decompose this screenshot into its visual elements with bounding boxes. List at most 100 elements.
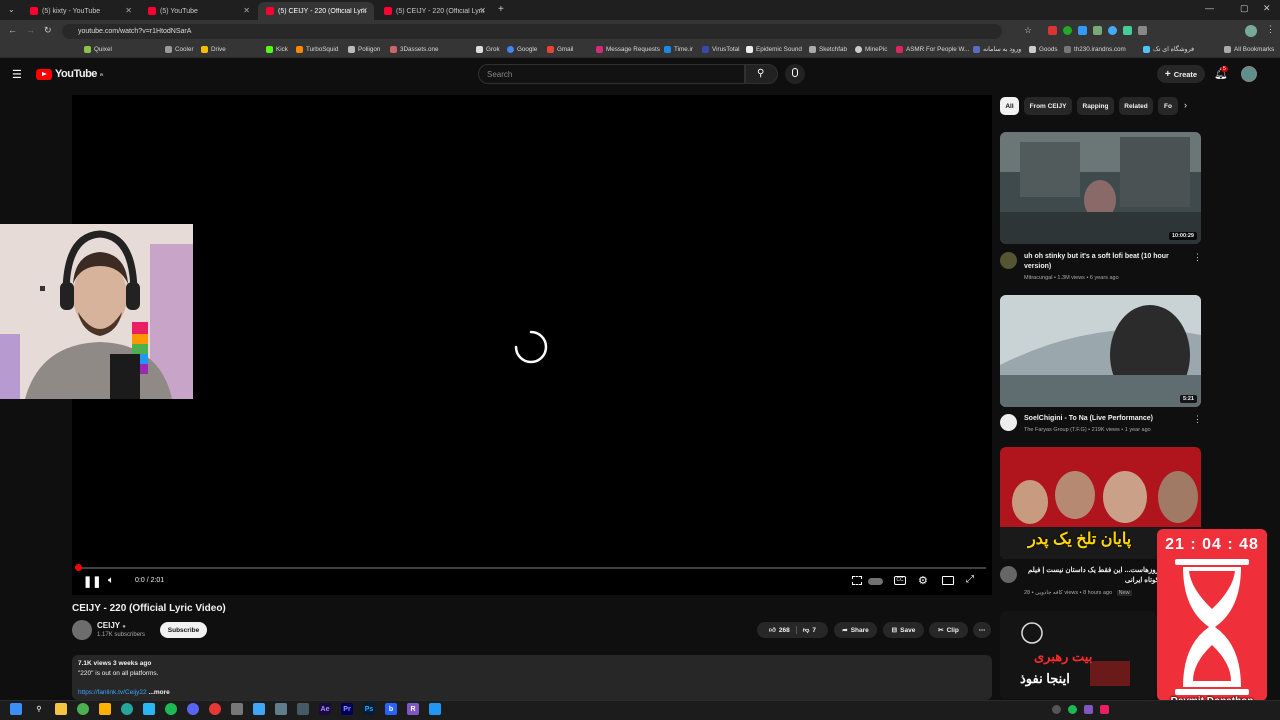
subscribe-button[interactable]: Subscribe [160, 622, 207, 638]
bookmark-item[interactable]: th230.irandns.com [1064, 46, 1126, 53]
reload-icon[interactable]: ↻ [44, 25, 52, 36]
bookmark-item[interactable]: MinePic [855, 46, 887, 53]
recommendation-thumbnail[interactable]: 10:00:29 [1000, 132, 1201, 244]
back-icon[interactable]: ← [8, 25, 17, 35]
browser-tab-2[interactable]: (5) YouTube ✕ [140, 2, 256, 20]
chevron-right-icon[interactable]: › [1184, 100, 1187, 110]
blender-icon[interactable]: b [385, 703, 397, 715]
bookmark-item[interactable]: Poliigon [348, 46, 380, 53]
subtitles-icon[interactable]: CC [894, 576, 906, 585]
taskbar-app-icon[interactable] [253, 703, 265, 715]
taskbar-app-icon[interactable]: R [407, 703, 419, 715]
bookmark-star-icon[interactable]: ☆ [1024, 25, 1032, 36]
address-bar[interactable]: youtube.com/watch?v=r1HtodNSarA [62, 24, 1002, 39]
video-player[interactable] [72, 95, 992, 595]
recommendation-title[interactable]: روزهاست... این فقط یک داستان نیست | فیلم… [1024, 566, 1159, 586]
taskbar-app-icon[interactable] [99, 703, 111, 715]
description-box[interactable]: 7.1K views 3 weeks ago "220" is out on a… [72, 655, 992, 700]
clip-button[interactable]: ✂ Clip [929, 622, 968, 638]
tray-icon[interactable] [1052, 705, 1061, 714]
taskbar-app-icon[interactable] [143, 703, 155, 715]
more-options-icon[interactable]: ⋮ [1193, 252, 1202, 263]
maximize-window-icon[interactable]: ▢ [1240, 3, 1249, 14]
save-button[interactable]: ⊟ Save [883, 622, 924, 638]
dislike-button[interactable]: 👎︎ 7 [800, 626, 816, 635]
after-effects-icon[interactable]: Ae [319, 703, 331, 715]
taskbar-app-icon[interactable] [209, 703, 221, 715]
all-bookmarks[interactable]: All Bookmarks [1224, 46, 1274, 53]
share-button[interactable]: ➦ Share [834, 622, 877, 638]
chip-related[interactable]: Related [1119, 97, 1153, 115]
recommendation-thumbnail[interactable]: 5:21 [1000, 295, 1201, 407]
recommendation-title[interactable]: SoelChigini - To Na (Live Performance) [1024, 414, 1184, 424]
more-actions-button[interactable]: ⋯ [973, 622, 991, 638]
taskbar-app-icon[interactable] [429, 703, 441, 715]
volume-icon[interactable]: 🔈︎ [108, 575, 114, 586]
bookmark-item[interactable]: Grok [476, 46, 500, 53]
channel-avatar[interactable] [1000, 252, 1017, 269]
bookmark-item[interactable]: Google [507, 46, 537, 53]
bookmark-item[interactable]: Message Requests [596, 46, 660, 53]
extension-icon[interactable] [1108, 26, 1117, 35]
taskbar-app-icon[interactable] [275, 703, 287, 715]
minimize-window-icon[interactable]: — [1205, 3, 1214, 13]
extension-icon[interactable] [1048, 26, 1057, 35]
file-explorer-icon[interactable] [55, 703, 67, 715]
bookmark-item[interactable]: ورود به سامانه [973, 46, 1021, 53]
bookmark-item[interactable]: VirusTotal [702, 46, 740, 53]
like-button[interactable]: 👍︎ 268 [769, 626, 797, 634]
close-tab-icon[interactable]: ✕ [125, 6, 132, 15]
channel-avatar[interactable] [72, 620, 92, 640]
windows-start-icon[interactable] [10, 703, 22, 715]
voice-search-button[interactable] [785, 64, 805, 84]
account-avatar[interactable] [1241, 66, 1257, 82]
search-input[interactable]: Search [478, 64, 745, 84]
bookmark-item[interactable]: Sketchfab [809, 46, 847, 53]
browser-tab-4[interactable]: (5) CEIJY - 220 (Official Lyric Vi ✕ [376, 2, 492, 20]
fanlink-link[interactable]: https://fanlink.tv/Ceijy22 [78, 689, 147, 696]
spotify-icon[interactable] [165, 703, 177, 715]
tray-icon[interactable] [1084, 705, 1093, 714]
close-window-icon[interactable]: ✕ [1263, 3, 1271, 14]
close-tab-icon[interactable]: ✕ [479, 6, 486, 15]
premiere-icon[interactable]: Pr [341, 703, 353, 715]
chip-more[interactable]: Fo [1158, 97, 1178, 115]
new-tab-icon[interactable]: + [498, 4, 504, 15]
bookmark-item[interactable]: 3Dassets.one [390, 46, 439, 53]
chrome-icon[interactable] [77, 703, 89, 715]
recommendation-thumbnail[interactable]: بیت رهبری اینجا نفوذ [1000, 611, 1156, 699]
tray-icon[interactable] [1068, 705, 1077, 714]
channel-avatar[interactable] [1000, 566, 1017, 583]
tray-icon[interactable] [1100, 705, 1109, 714]
browser-tab-1[interactable]: (5) kixty - YouTube ✕ [22, 2, 138, 20]
profile-avatar-icon[interactable] [1245, 25, 1257, 37]
bookmark-item[interactable]: TurboSquid [296, 46, 338, 53]
bookmark-item[interactable]: Cooler [165, 46, 194, 53]
bookmark-item[interactable]: فروشگاه ای تک [1143, 46, 1194, 53]
photoshop-icon[interactable]: Ps [363, 703, 375, 715]
extension-icon[interactable] [1078, 26, 1087, 35]
pause-icon[interactable]: ❚❚ [83, 575, 101, 588]
browser-tab-3-active[interactable]: (5) CEIJY - 220 (Official Lyric Vi ✕ [258, 2, 374, 20]
youtube-logo[interactable]: YouTube IR [36, 68, 103, 80]
bookmark-item[interactable]: Gmail [547, 46, 573, 53]
close-tab-icon[interactable]: ✕ [361, 6, 368, 15]
search-button[interactable]: ⚲ [745, 64, 778, 84]
autoplay-toggle[interactable] [868, 578, 883, 585]
scrubber-handle[interactable] [75, 564, 82, 571]
settings-gear-icon[interactable]: ⚙︎ [918, 574, 928, 587]
miniplayer-frame-icon[interactable] [852, 576, 862, 585]
taskbar-app-icon[interactable] [231, 703, 243, 715]
hamburger-menu-icon[interactable]: ☰ [12, 68, 22, 81]
progress-bar[interactable] [78, 567, 986, 569]
discord-icon[interactable] [187, 703, 199, 715]
recommendation-title[interactable]: uh oh stinky but it's a soft lofi beat (… [1024, 252, 1184, 272]
close-tab-icon[interactable]: ✕ [243, 6, 250, 15]
chip-from-channel[interactable]: From CEIJY [1024, 97, 1072, 115]
theater-mode-icon[interactable] [942, 576, 954, 585]
channel-avatar[interactable] [1000, 414, 1017, 431]
extension-icon[interactable] [1123, 26, 1132, 35]
bookmark-item[interactable]: Drive [201, 46, 226, 53]
fullscreen-icon[interactable]: ⤢ [966, 574, 974, 585]
more-options-icon[interactable]: ⋮ [1193, 414, 1202, 425]
